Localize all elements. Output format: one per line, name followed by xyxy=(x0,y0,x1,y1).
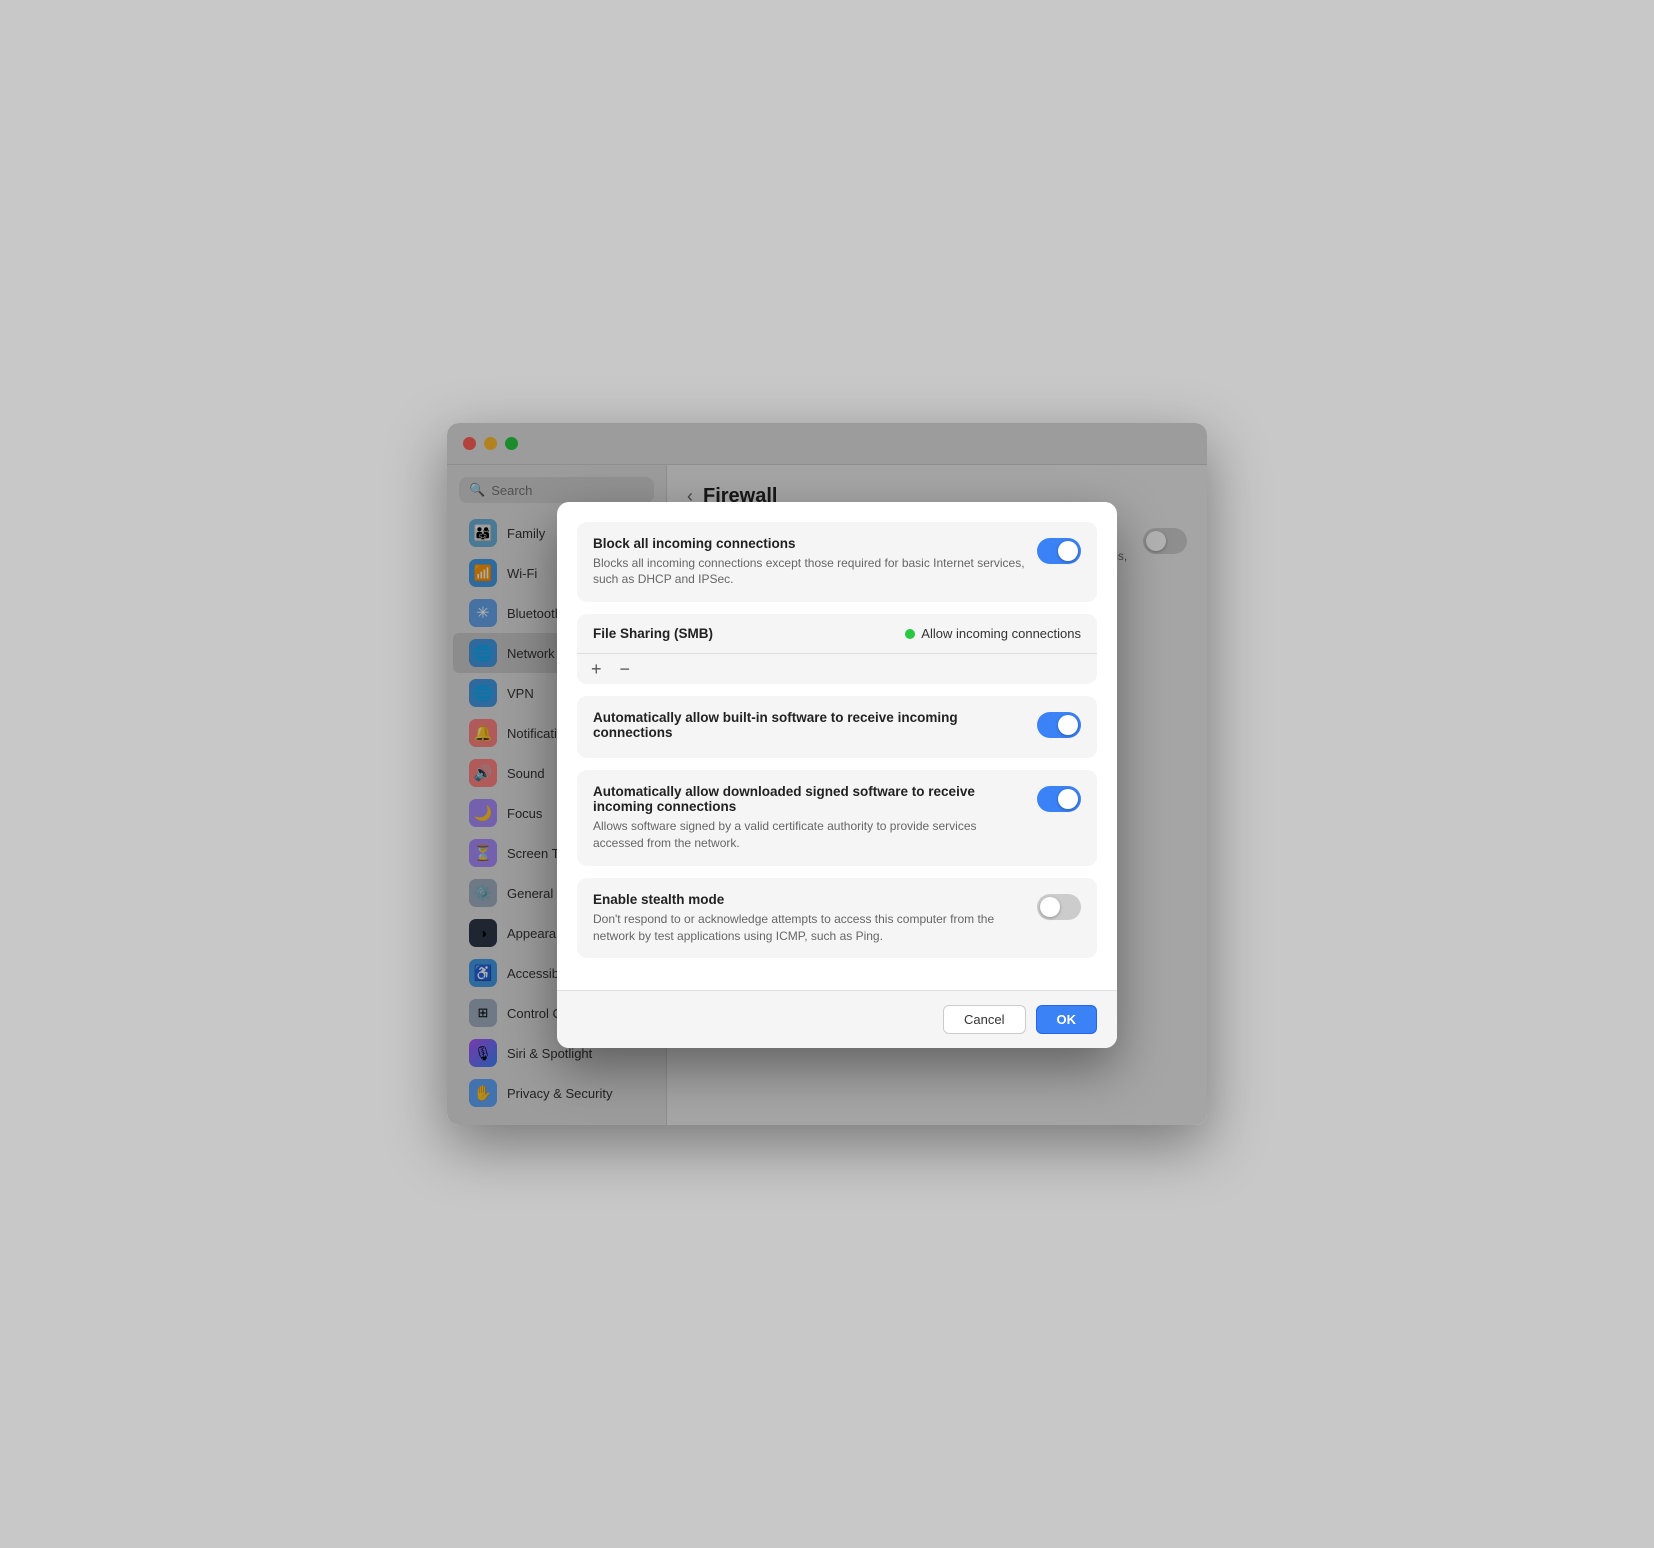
cancel-button[interactable]: Cancel xyxy=(943,1005,1025,1034)
file-sharing-row: File Sharing (SMB) Allow incoming connec… xyxy=(577,614,1097,653)
status-label: Allow incoming connections xyxy=(921,626,1081,641)
stealth-mode-row: Enable stealth mode Don't respond to or … xyxy=(593,892,1081,945)
auto-builtin-section: Automatically allow built-in software to… xyxy=(577,696,1097,758)
auto-downloaded-row: Automatically allow downloaded signed so… xyxy=(593,784,1081,852)
auto-builtin-title: Automatically allow built-in software to… xyxy=(593,710,1025,740)
auto-builtin-row: Automatically allow built-in software to… xyxy=(593,710,1081,744)
modal-footer: Cancel OK xyxy=(557,990,1117,1048)
modal-body: Block all incoming connections Blocks al… xyxy=(557,502,1117,991)
connection-status: Allow incoming connections xyxy=(905,626,1081,641)
auto-downloaded-toggle[interactable] xyxy=(1037,786,1081,812)
auto-downloaded-section: Automatically allow downloaded signed so… xyxy=(577,770,1097,866)
modal-overlay: Block all incoming connections Blocks al… xyxy=(447,423,1207,1125)
stealth-mode-section: Enable stealth mode Don't respond to or … xyxy=(577,878,1097,959)
remove-app-button[interactable]: − xyxy=(616,660,635,678)
status-dot xyxy=(905,629,915,639)
block-incoming-title: Block all incoming connections xyxy=(593,536,1025,551)
block-incoming-desc: Blocks all incoming connections except t… xyxy=(593,555,1025,589)
auto-builtin-toggle[interactable] xyxy=(1037,712,1081,738)
main-window: 🔍 👨‍👩‍👧 Family 📶 Wi-Fi ✳ Bluetooth 🌐 Net… xyxy=(447,423,1207,1125)
add-app-button[interactable]: + xyxy=(587,660,606,678)
stealth-mode-desc: Don't respond to or acknowledge attempts… xyxy=(593,911,1025,945)
stealth-mode-toggle[interactable] xyxy=(1037,894,1081,920)
block-incoming-section: Block all incoming connections Blocks al… xyxy=(577,522,1097,603)
auto-downloaded-title: Automatically allow downloaded signed so… xyxy=(593,784,1025,814)
firewall-options-modal: Block all incoming connections Blocks al… xyxy=(557,502,1117,1049)
block-incoming-row: Block all incoming connections Blocks al… xyxy=(593,536,1081,589)
block-incoming-toggle[interactable] xyxy=(1037,538,1081,564)
stealth-mode-title: Enable stealth mode xyxy=(593,892,1025,907)
file-sharing-section: File Sharing (SMB) Allow incoming connec… xyxy=(577,614,1097,684)
ok-button[interactable]: OK xyxy=(1036,1005,1098,1034)
auto-downloaded-desc: Allows software signed by a valid certif… xyxy=(593,818,1025,852)
content-area: ‹ Firewall 🛡 Firewall The firewall is tu… xyxy=(667,465,1207,1125)
file-sharing-name: File Sharing (SMB) xyxy=(593,626,713,641)
main-area: 🔍 👨‍👩‍👧 Family 📶 Wi-Fi ✳ Bluetooth 🌐 Net… xyxy=(447,465,1207,1125)
file-sharing-controls: + − xyxy=(577,653,1097,684)
